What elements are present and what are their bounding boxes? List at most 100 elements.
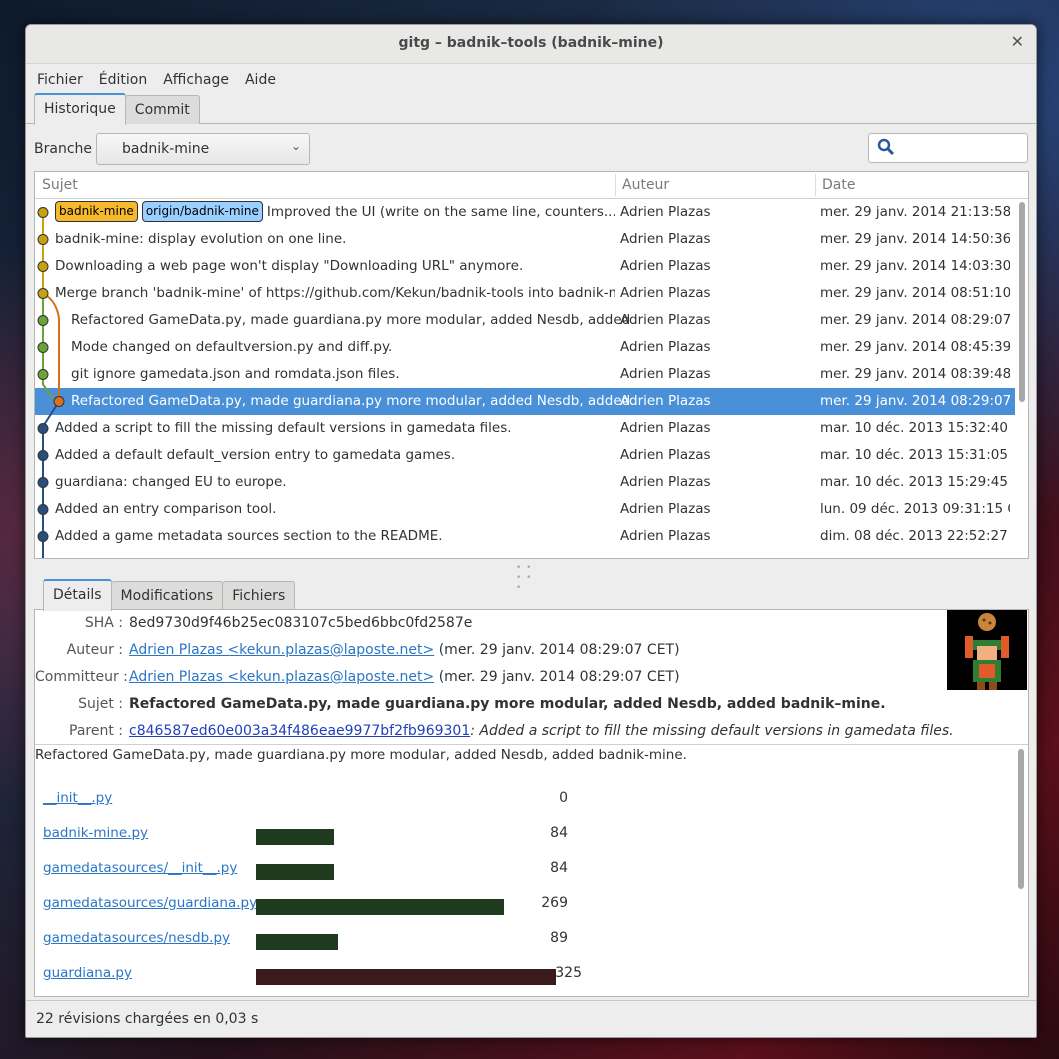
history-row[interactable]: Added a script to fill the missing defau… <box>35 415 1015 442</box>
scrollbar[interactable] <box>1018 749 1024 889</box>
row-date: mar. 10 déc. 2013 15:32:40 ( <box>820 420 1010 436</box>
column-separator <box>815 174 816 196</box>
commit-message-area[interactable]: Refactored GameData.py, made guardiana.p… <box>35 744 1028 996</box>
row-subject-text: Merge branch 'badnik-mine' of https://gi… <box>55 285 615 301</box>
row-subject-text: Added a script to fill the missing defau… <box>55 420 512 436</box>
menu-aide[interactable]: Aide <box>237 68 284 94</box>
main-tabs: Historique Commit <box>34 93 200 127</box>
tab-fichiers[interactable]: Fichiers <box>222 581 296 610</box>
row-subject-text: Added a default default_version entry to… <box>55 447 456 463</box>
file-link[interactable]: guardiana.py <box>43 965 132 981</box>
history-row[interactable]: Added a game metadata sources section to… <box>35 523 1015 550</box>
row-date: mer. 29 janv. 2014 08:39:48 <box>820 366 1010 382</box>
parent-sha-link[interactable]: c846587ed60e003a34f486eae9977bf2fb969301 <box>129 723 470 739</box>
row-date: mer. 29 janv. 2014 08:51:10 <box>820 285 1010 301</box>
row-subject: Merge branch 'badnik-mine' of https://gi… <box>55 280 615 307</box>
file-link[interactable]: __init__.py <box>43 790 112 806</box>
branch-selector[interactable]: badnik-mine ⌄ <box>96 133 310 165</box>
row-subject: badnik-mine: display evolution on one li… <box>55 226 615 253</box>
window-title: gitg – badnik–tools (badnik–mine) <box>398 35 664 51</box>
row-date: mer. 29 janv. 2014 08:29:07 <box>820 312 1010 328</box>
row-date: mar. 10 déc. 2013 15:31:05 ( <box>820 447 1010 463</box>
row-author: Adrien Plazas <box>620 501 711 517</box>
search-input[interactable] <box>868 133 1028 163</box>
change-bar <box>256 969 556 985</box>
commit-graph <box>37 207 65 558</box>
history-row[interactable]: guardiana: changed EU to europe. Adrien P… <box>35 469 1015 496</box>
change-count: 0 <box>559 790 568 806</box>
commit-node <box>37 288 49 299</box>
committer-date: (mer. 29 janv. 2014 08:29:07 CET) <box>438 669 680 685</box>
history-row[interactable]: badnik-mine: display evolution on one li… <box>35 226 1015 253</box>
commit-node <box>37 261 49 272</box>
history-row[interactable]: badnik-mine origin/badnik-mine Improved th… <box>35 199 1015 226</box>
commit-node <box>37 234 49 245</box>
author-date: (mer. 29 janv. 2014 08:29:07 CET) <box>438 642 680 658</box>
history-row[interactable]: Downloading a web page won't display "Do… <box>35 253 1015 280</box>
file-link[interactable]: gamedatasources/nesdb.py <box>43 930 230 946</box>
row-subject-text: Refactored GameData.py, made guardiana.p… <box>71 393 631 409</box>
file-stat-row: __init__.py 0 <box>35 785 935 820</box>
chevron-down-icon: ⌄ <box>290 139 301 153</box>
menu-edition[interactable]: Édition <box>91 68 155 94</box>
history-row[interactable]: Added a default default_version entry to… <box>35 442 1015 469</box>
row-author: Adrien Plazas <box>620 285 711 301</box>
row-subject-text: Refactored GameData.py, made guardiana.p… <box>71 312 631 328</box>
column-author[interactable]: Auteur <box>622 177 669 193</box>
file-stat-row: badnik-mine.py 84 <box>35 820 935 855</box>
scrollbar[interactable] <box>1019 202 1025 402</box>
parent-message: : Added a script to fill the missing def… <box>470 723 954 739</box>
commit-node <box>37 450 49 461</box>
row-author: Adrien Plazas <box>620 393 711 409</box>
history-row[interactable]: Merge branch 'badnik-mine' of https://gi… <box>35 280 1015 307</box>
history-list[interactable]: Sujet Auteur Date badnik-mine origin/badn… <box>34 171 1029 559</box>
row-subject: Downloading a web page won't display "Do… <box>55 253 615 280</box>
commit-message: Refactored GameData.py, made guardiana.p… <box>35 747 687 763</box>
author-value: Adrien Plazas <kekun.plazas@laposte.net>… <box>129 637 680 664</box>
row-subject-text: badnik-mine: display evolution on one li… <box>55 231 347 247</box>
parent-label: Parent : <box>69 723 123 739</box>
row-subject: Added a game metadata sources section to… <box>55 523 615 550</box>
row-author: Adrien Plazas <box>620 231 711 247</box>
row-subject-text: git ignore gamedata.json and romdata.jso… <box>71 366 400 382</box>
history-row[interactable]: Refactored GameData.py, made guardiana.p… <box>35 307 1015 334</box>
row-subject-text: Added a game metadata sources section to… <box>55 528 443 544</box>
column-date[interactable]: Date <box>822 177 855 193</box>
author-link[interactable]: Adrien Plazas <kekun.plazas@laposte.net> <box>129 642 434 658</box>
close-icon[interactable]: ✕ <box>1011 32 1024 51</box>
file-link[interactable]: gamedatasources/guardiana.py <box>43 895 257 911</box>
change-bar <box>256 864 334 880</box>
change-count: 84 <box>550 860 568 876</box>
commit-node <box>37 477 49 488</box>
tab-modifications[interactable]: Modifications <box>110 581 224 610</box>
history-row[interactable]: Refactored GameData.py, made guardiana.p… <box>35 388 1015 415</box>
file-link[interactable]: gamedatasources/__init__.py <box>43 860 237 876</box>
history-row[interactable]: Added an entry comparison tool. Adrien Pl… <box>35 496 1015 523</box>
pane-resize-handle[interactable]: • • • • • <box>516 563 542 593</box>
menu-fichier[interactable]: Fichier <box>29 68 91 94</box>
row-subject: Added an entry comparison tool. <box>55 496 615 523</box>
file-link[interactable]: badnik-mine.py <box>43 825 148 841</box>
app-window: gitg – badnik–tools (badnik–mine) ✕ Fich… <box>25 24 1037 1038</box>
tab-details[interactable]: Détails <box>43 579 112 611</box>
menu-affichage[interactable]: Affichage <box>155 68 237 94</box>
title-bar: gitg – badnik–tools (badnik–mine) ✕ <box>26 25 1036 64</box>
row-author: Adrien Plazas <box>620 339 711 355</box>
change-bar <box>256 934 338 950</box>
row-author: Adrien Plazas <box>620 447 711 463</box>
commit-node <box>37 342 49 353</box>
committer-link[interactable]: Adrien Plazas <kekun.plazas@laposte.net> <box>129 669 434 685</box>
row-subject-text: Mode changed on defaultversion.py and di… <box>71 339 393 355</box>
row-subject-text: Downloading a web page won't display "Do… <box>55 258 524 274</box>
history-row[interactable]: git ignore gamedata.json and romdata.jso… <box>35 361 1015 388</box>
commit-details: SHA : 8ed9730d9f46b25ec083107c5bed6bbc0f… <box>34 609 1029 997</box>
row-date: mer. 29 janv. 2014 08:45:39 <box>820 339 1010 355</box>
row-subject: Added a default default_version entry to… <box>55 442 615 469</box>
tab-commit[interactable]: Commit <box>124 95 200 124</box>
row-author: Adrien Plazas <box>620 474 711 490</box>
row-date: lun. 09 déc. 2013 09:31:15 C <box>820 501 1010 517</box>
history-row[interactable]: Mode changed on defaultversion.py and di… <box>35 334 1015 361</box>
row-subject: Added a script to fill the missing defau… <box>55 415 615 442</box>
tab-historique[interactable]: Historique <box>34 93 126 125</box>
commit-node <box>53 396 65 407</box>
